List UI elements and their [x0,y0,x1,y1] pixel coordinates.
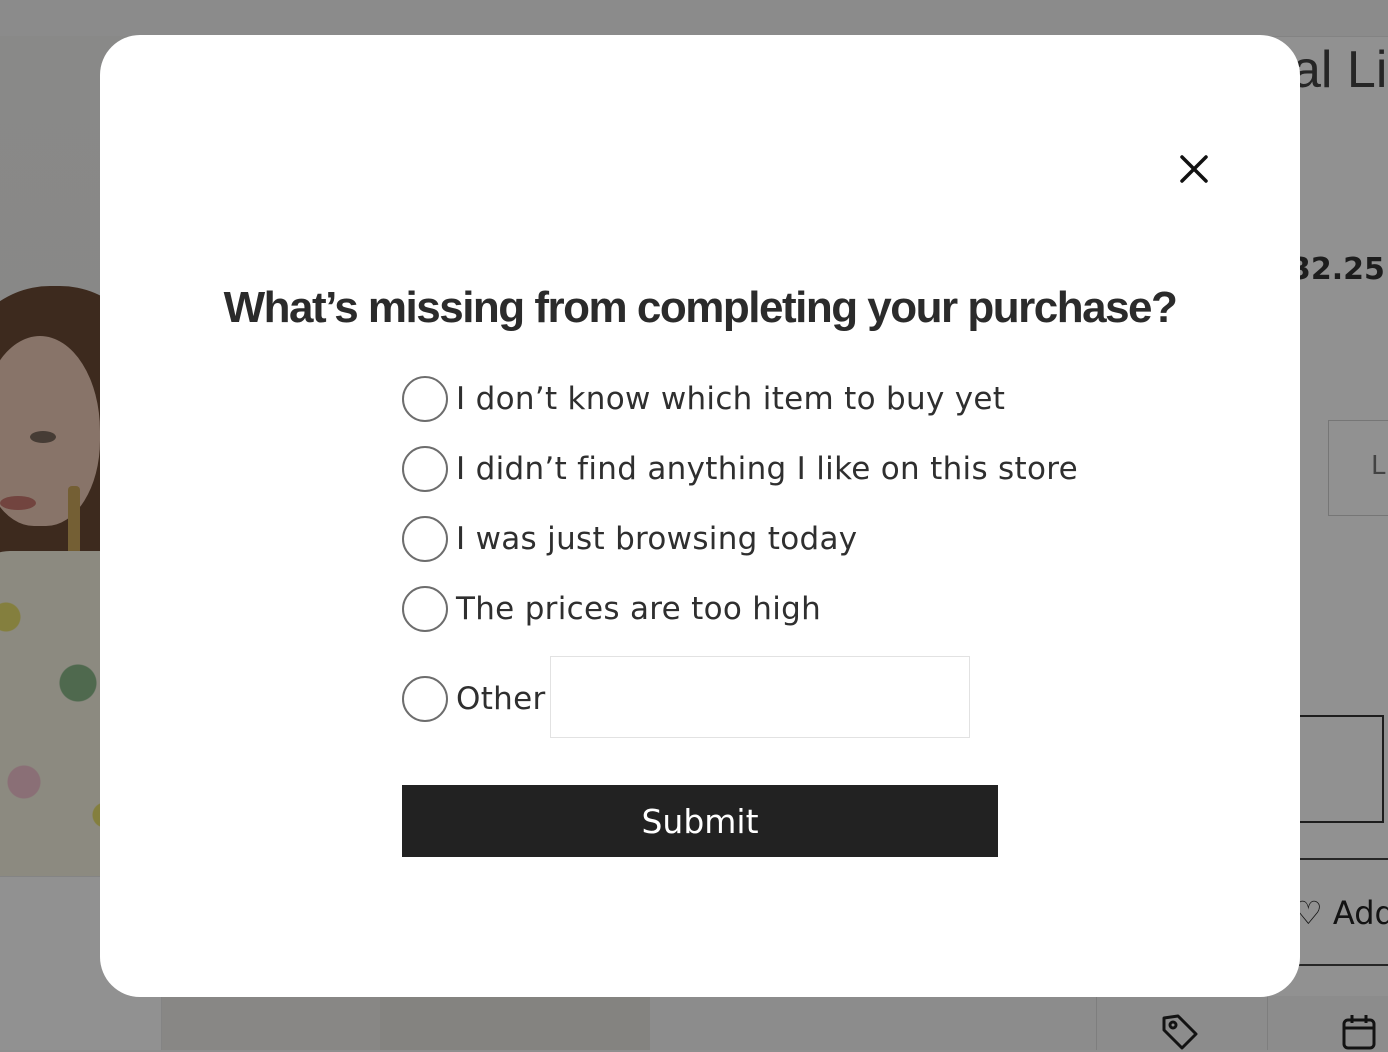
option-label: I was just browsing today [456,521,858,557]
option-nothing-liked[interactable]: I didn’t find anything I like on this st… [402,444,1078,494]
option-label: The prices are too high [456,591,822,627]
survey-title: What’s missing from completing your purc… [223,283,1178,332]
other-reason-input[interactable] [550,656,970,738]
submit-button[interactable]: Submit [402,785,998,857]
option-prices-high[interactable]: The prices are too high [402,584,821,634]
option-other[interactable]: Other [402,674,546,724]
option-label: Other [456,681,546,717]
exit-survey-modal: What’s missing from completing your purc… [100,35,1300,997]
close-icon [1180,155,1208,183]
radio-button[interactable] [402,376,448,422]
radio-button[interactable] [402,676,448,722]
radio-button[interactable] [402,446,448,492]
option-label: I don’t know which item to buy yet [456,381,1006,417]
close-button[interactable] [1176,151,1212,187]
option-unsure-item[interactable]: I don’t know which item to buy yet [402,374,1005,424]
radio-button[interactable] [402,516,448,562]
option-just-browsing[interactable]: I was just browsing today [402,514,857,564]
radio-button[interactable] [402,586,448,632]
option-label: I didn’t find anything I like on this st… [456,451,1078,487]
